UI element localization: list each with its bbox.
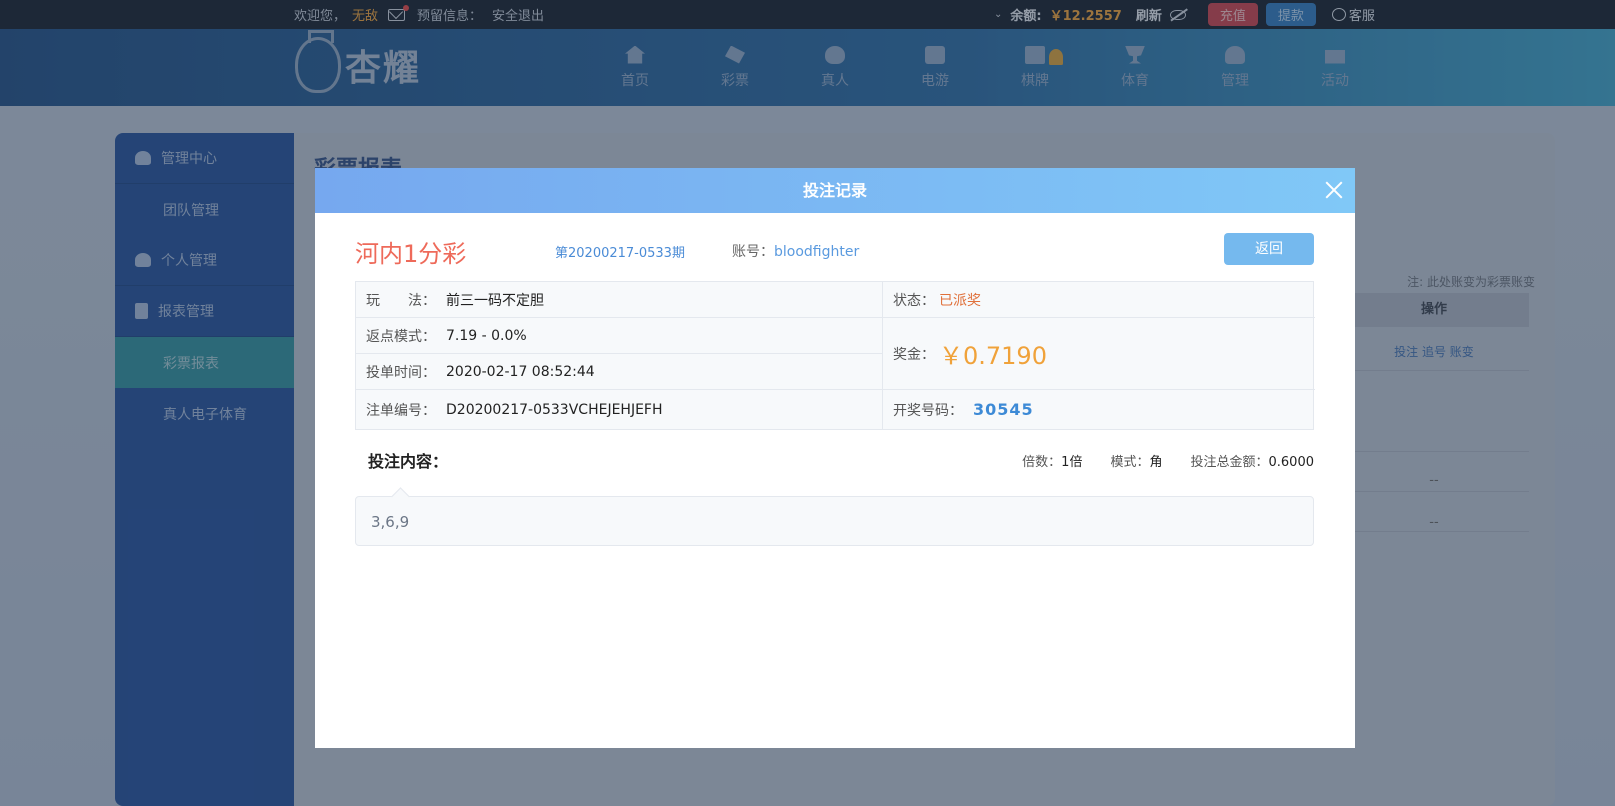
- modal-header: 投注记录: [315, 168, 1355, 213]
- account-label: 账号：: [732, 244, 774, 260]
- mode-label: 模式：: [1110, 455, 1150, 470]
- status-label: 状态：: [893, 292, 935, 309]
- bet-content-box: 3,6,9: [355, 496, 1314, 546]
- total-value: 0.6000: [1268, 455, 1315, 470]
- game-name: 河内1分彩: [355, 240, 467, 268]
- rebate-label: 返点模式：: [366, 328, 436, 345]
- bet-time-cell: 投单时间： 2020-02-17 08:52:44: [356, 354, 882, 389]
- play-method-value: 前三一码不定胆: [446, 292, 544, 309]
- rebate-value: 7.19 - 0.0%: [446, 327, 527, 344]
- multiple-label: 倍数：: [1022, 455, 1062, 470]
- close-icon[interactable]: [1323, 179, 1345, 201]
- play-method-label: 玩 法：: [366, 292, 436, 309]
- bet-time-value: 2020-02-17 08:52:44: [446, 363, 595, 380]
- rebate-cell: 返点模式： 7.19 - 0.0%: [356, 318, 882, 353]
- bet-content-label: 投注内容：: [368, 452, 449, 471]
- bet-meta: 倍数：1倍 模式：角 投注总金额：0.6000: [1022, 451, 1314, 470]
- prize-value: ￥0.7190: [939, 342, 1047, 370]
- bet-time-label: 投单时间：: [366, 364, 436, 381]
- status-cell: 状态： 已派奖: [883, 282, 1313, 317]
- total-info: 投注总金额：0.6000: [1190, 451, 1314, 470]
- draw-number-label: 开奖号码：: [893, 402, 963, 419]
- draw-number-value: 30545: [973, 400, 1034, 419]
- modal-title: 投注记录: [802, 181, 867, 200]
- multiple-info: 倍数：1倍: [1022, 451, 1082, 470]
- mode-info: 模式：角: [1110, 451, 1162, 470]
- issue-number: 第20200217-0533期: [555, 246, 685, 261]
- draw-number-cell: 开奖号码： 30545: [883, 390, 1313, 429]
- back-button[interactable]: 返回: [1224, 233, 1314, 265]
- bet-info-table: 玩 法： 前三一码不定胆 返点模式： 7.19 - 0.0% 投单时间： 202…: [355, 281, 1315, 430]
- order-number-value: D20200217-0533VCHEJEHJEFH: [446, 401, 663, 418]
- mode-value: 角: [1149, 455, 1163, 470]
- order-number-cell: 注单编号： D20200217-0533VCHEJEHJEFH: [356, 390, 882, 429]
- total-label: 投注总金额：: [1190, 455, 1269, 470]
- play-method-cell: 玩 法： 前三一码不定胆: [356, 282, 882, 317]
- account-value: bloodfighter: [774, 244, 860, 260]
- order-number-label: 注单编号：: [366, 402, 436, 419]
- account-info: 账号：bloodfighter: [732, 241, 859, 261]
- prize-label: 奖金：: [893, 346, 935, 363]
- status-value: 已派奖: [939, 292, 981, 309]
- multiple-value: 1倍: [1061, 455, 1083, 470]
- prize-cell: 奖金： ￥0.7190: [883, 318, 1313, 389]
- bet-record-modal: 投注记录 河内1分彩 第20200217-0533期 账号：bloodfight…: [315, 168, 1355, 748]
